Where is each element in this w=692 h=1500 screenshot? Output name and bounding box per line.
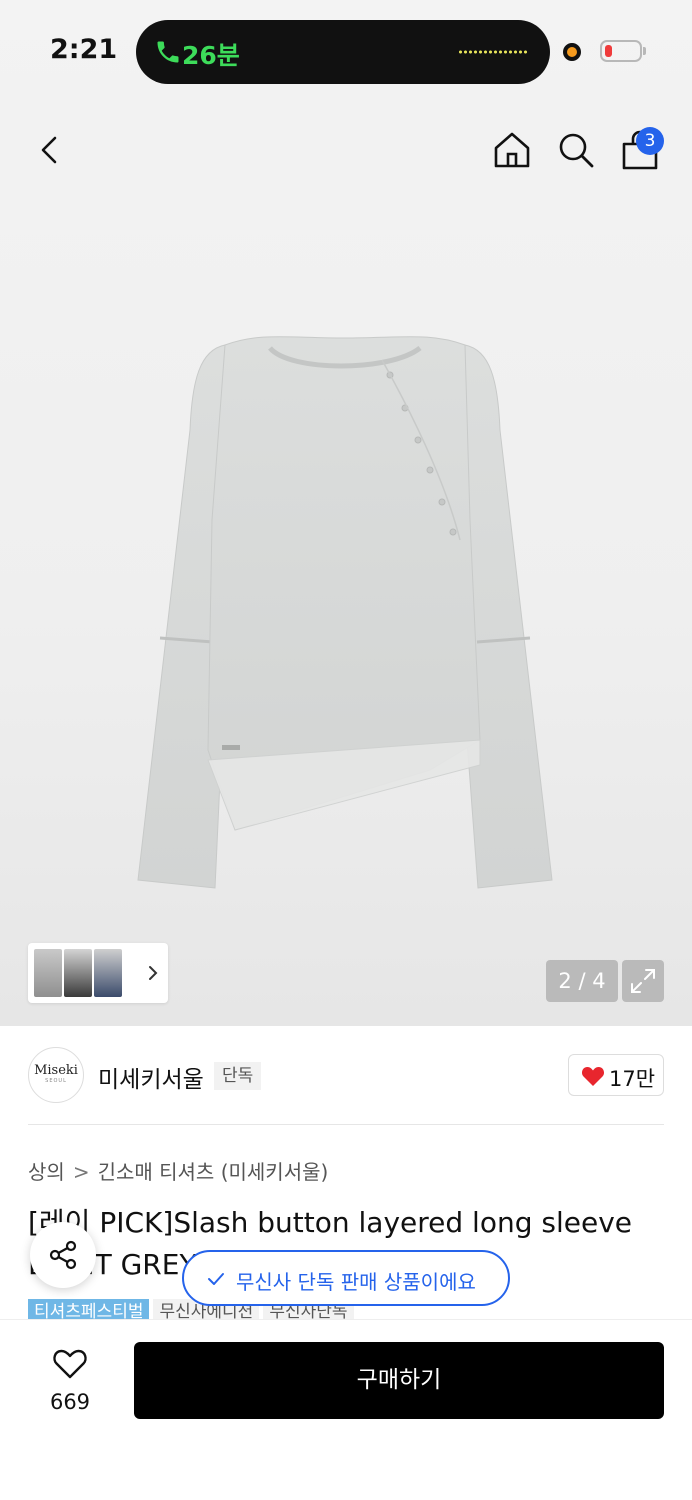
battery-tip bbox=[643, 47, 646, 55]
check-icon bbox=[208, 1273, 224, 1285]
thumbnail-2[interactable] bbox=[64, 949, 92, 997]
recording-indicator-icon bbox=[563, 43, 581, 61]
breadcrumb-item-subcategory[interactable]: 긴소매 티셔츠 (미세키서울) bbox=[98, 1160, 329, 1184]
exclusive-notice-text: 무신사 단독 판매 상품이에요 bbox=[236, 1270, 476, 1294]
audio-waveform-icon bbox=[458, 49, 528, 55]
expand-icon bbox=[631, 969, 655, 993]
search-icon[interactable] bbox=[554, 128, 598, 172]
wishlist-button[interactable]: 669 bbox=[30, 1344, 110, 1424]
brand-like-count: 17만 bbox=[609, 1067, 656, 1091]
fullscreen-button[interactable] bbox=[622, 960, 664, 1002]
cart-count-badge: 3 bbox=[636, 127, 664, 155]
product-image-area[interactable]: 2:21 26분 3 2 / 4 bbox=[0, 0, 692, 1026]
heart-outline-icon bbox=[53, 1349, 87, 1379]
divider bbox=[28, 1124, 664, 1125]
thumbnail-strip[interactable] bbox=[28, 943, 168, 1003]
status-bar: 2:21 26분 bbox=[0, 0, 692, 100]
thumbnail-3[interactable] bbox=[94, 949, 122, 997]
buy-button[interactable]: 구매하기 bbox=[134, 1342, 664, 1419]
share-button[interactable] bbox=[30, 1222, 96, 1288]
brand-like-button[interactable]: 17만 bbox=[568, 1054, 664, 1096]
battery-icon bbox=[600, 40, 642, 62]
breadcrumb-separator-icon: > bbox=[72, 1160, 90, 1184]
breadcrumb: 상의 > 긴소매 티셔츠 (미세키서울) bbox=[28, 1156, 328, 1185]
brand-exclusive-tag: 단독 bbox=[214, 1062, 262, 1090]
brand-logo-sub: SEOUL bbox=[45, 1078, 67, 1084]
share-icon bbox=[49, 1240, 77, 1270]
wishlist-count: 669 bbox=[49, 1390, 91, 1414]
chevron-right-icon[interactable] bbox=[146, 963, 160, 983]
product-photo bbox=[137, 336, 553, 889]
brand-logo[interactable]: Miseki SEOUL bbox=[28, 1047, 84, 1103]
back-chevron-icon[interactable] bbox=[30, 130, 70, 170]
breadcrumb-item-category[interactable]: 상의 bbox=[28, 1160, 65, 1184]
top-nav bbox=[0, 120, 692, 180]
heart-filled-icon bbox=[581, 1067, 605, 1086]
call-duration: 26분 bbox=[182, 41, 240, 70]
thumbnail-1[interactable] bbox=[34, 949, 62, 997]
phone-icon bbox=[157, 41, 179, 63]
home-icon[interactable] bbox=[490, 128, 534, 172]
brand-name[interactable]: 미세키서울 bbox=[98, 1060, 204, 1094]
status-time: 2:21 bbox=[50, 34, 118, 65]
exclusive-notice-pill: 무신사 단독 판매 상품이에요 bbox=[182, 1250, 510, 1306]
image-page-counter: 2 / 4 bbox=[546, 960, 618, 1002]
dynamic-island[interactable]: 26분 bbox=[136, 20, 550, 84]
bottom-action-bar: 669 구매하기 bbox=[0, 1320, 692, 1500]
brand-logo-text: Miseki bbox=[34, 1063, 78, 1078]
